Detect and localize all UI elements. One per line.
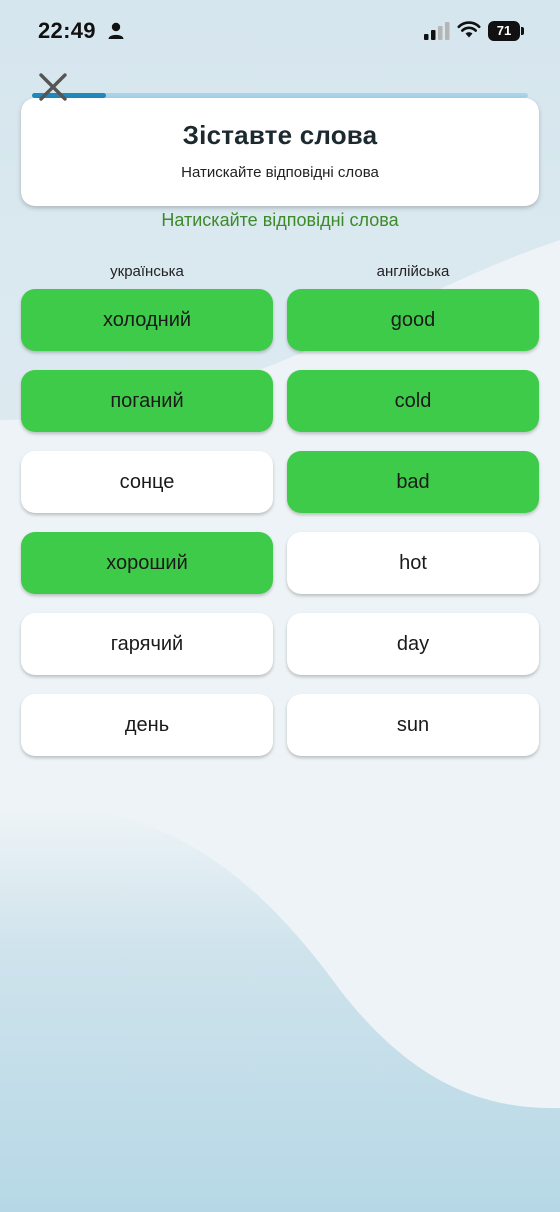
word-tile-english[interactable]: sun: [287, 694, 539, 756]
word-tile-ukrainian[interactable]: сонце: [21, 451, 273, 513]
word-tile-english[interactable]: day: [287, 613, 539, 675]
close-icon[interactable]: [36, 70, 70, 104]
header-card: Зіставте слова Натискайте відповідні сло…: [21, 98, 539, 206]
status-bar: 22:49 71: [0, 0, 560, 64]
word-tile-english[interactable]: good: [287, 289, 539, 351]
person-icon: [108, 22, 124, 39]
column-label-ukrainian: українська: [110, 263, 184, 280]
word-tile-ukrainian[interactable]: день: [21, 694, 273, 756]
wifi-icon: [457, 21, 481, 38]
cellular-signal-icon: [424, 22, 450, 40]
word-tile-ukrainian[interactable]: холодний: [21, 289, 273, 351]
word-tile-ukrainian[interactable]: хороший: [21, 532, 273, 594]
battery-icon: 71: [488, 21, 524, 41]
word-tile-ukrainian[interactable]: поганий: [21, 370, 273, 432]
word-tile-english[interactable]: hot: [287, 532, 539, 594]
word-tile-english[interactable]: bad: [287, 451, 539, 513]
word-tile-english[interactable]: cold: [287, 370, 539, 432]
battery-level: 71: [488, 21, 520, 41]
column-label-english: англійська: [376, 263, 450, 280]
page-title: Зіставте слова: [182, 120, 378, 150]
instruction-text: Натискайте відповідні слова: [161, 210, 399, 230]
status-time: 22:49: [38, 18, 96, 43]
word-tile-ukrainian[interactable]: гарячий: [21, 613, 273, 675]
card-subtitle: Натискайте відповідні слова: [181, 164, 379, 181]
